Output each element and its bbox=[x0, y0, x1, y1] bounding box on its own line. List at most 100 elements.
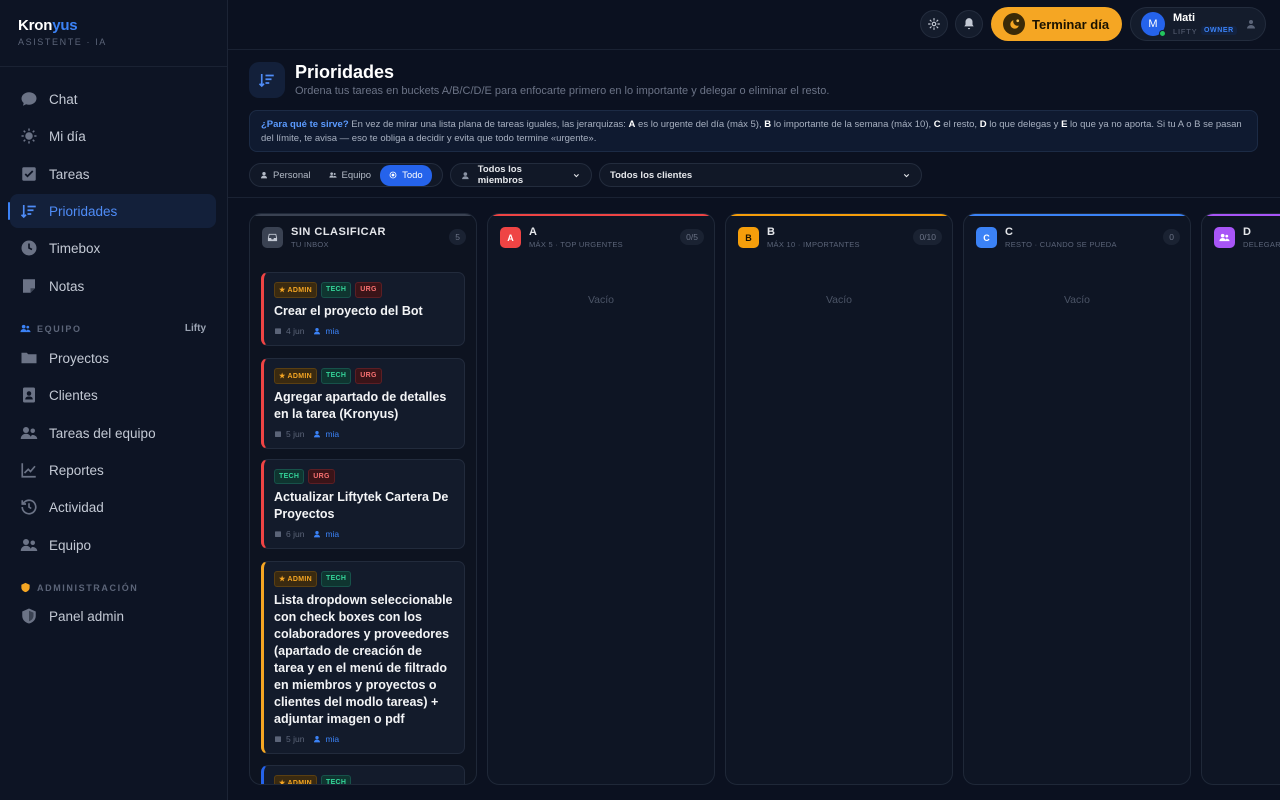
scope-todo[interactable]: Todo bbox=[380, 164, 432, 186]
column-subtitle: RESTO · CUANDO SE PUEDA bbox=[1005, 240, 1117, 249]
sidebar-item-equipo[interactable]: Equipo bbox=[10, 528, 216, 562]
bell-icon bbox=[964, 18, 974, 30]
sidebar-item-proyectos[interactable]: Proyectos bbox=[10, 341, 216, 375]
sidebar: Kronyus ASISTENTE · IA Chat Mi día Tarea… bbox=[0, 0, 228, 800]
user-menu[interactable]: M Mati LIFTY OWNER bbox=[1130, 7, 1266, 41]
page-title: Prioridades bbox=[295, 62, 395, 82]
sidebar-item-panel-admin[interactable]: Panel admin bbox=[10, 599, 216, 633]
team-icon bbox=[20, 427, 38, 439]
column-title: B bbox=[767, 226, 776, 238]
note-icon bbox=[23, 279, 35, 293]
team-icon bbox=[20, 324, 31, 333]
task-card[interactable]: ★ ADMIN TECH URG Crear el proyecto del B… bbox=[261, 272, 465, 346]
user-icon bbox=[314, 431, 321, 438]
tag-tech: TECH bbox=[321, 571, 352, 587]
inbox-icon bbox=[262, 227, 283, 248]
topbar: Terminar día M Mati LIFTY OWNER bbox=[228, 0, 1280, 50]
members-filter[interactable]: Todos los miembros bbox=[450, 163, 592, 187]
moon-icon bbox=[1003, 13, 1025, 35]
calendar-icon bbox=[275, 736, 281, 742]
task-title: Actualizar Liftytek Cartera De Proyectos bbox=[274, 490, 449, 521]
sidebar-item-tareas[interactable]: Tareas bbox=[10, 157, 216, 191]
gear-icon bbox=[928, 18, 940, 30]
info-text: lo que delegas y bbox=[986, 119, 1062, 130]
column-accent bbox=[726, 214, 952, 216]
task-card[interactable]: ★ ADMIN TECH URG Agregar apartado de det… bbox=[261, 358, 465, 449]
task-card[interactable]: TECH URG Actualizar Liftytek Cartera De … bbox=[261, 459, 465, 549]
chevron-down-icon bbox=[903, 173, 910, 177]
sidebar-item-label: Prioridades bbox=[49, 203, 118, 219]
notifications-button[interactable] bbox=[955, 10, 983, 38]
tag-tech: TECH bbox=[321, 775, 352, 784]
sidebar-item-prioridades[interactable]: Prioridades bbox=[8, 194, 216, 228]
sidebar-item-chat[interactable]: Chat bbox=[10, 82, 216, 116]
sidebar-item-reportes[interactable]: Reportes bbox=[10, 453, 216, 487]
tag-urg: URG bbox=[308, 469, 335, 484]
shield-icon bbox=[22, 608, 36, 624]
sidebar-item-notas[interactable]: Notas bbox=[10, 269, 216, 303]
column-subtitle: MÁX 5 · TOP URGENTES bbox=[529, 240, 623, 249]
scope-equipo[interactable]: Equipo bbox=[320, 165, 381, 186]
calendar-icon bbox=[275, 431, 281, 437]
sidebar-item-label: Proyectos bbox=[49, 350, 110, 366]
column-title: SIN CLASIFICAR bbox=[291, 226, 386, 238]
sidebar-item-label: Timebox bbox=[49, 240, 101, 256]
column-count: 0/5 bbox=[680, 229, 704, 245]
section-label: ADMINISTRACIÓN bbox=[37, 582, 139, 593]
sidebar-item-label: Tareas bbox=[49, 166, 90, 182]
task-card[interactable]: ★ ADMIN TECH Lista dropdown seleccionabl… bbox=[261, 561, 465, 754]
scope-personal[interactable]: Personal bbox=[251, 165, 320, 186]
info-question: ¿Para qué te sirve? bbox=[261, 119, 349, 130]
sidebar-item-label: Reportes bbox=[49, 462, 104, 478]
info-text: es lo urgente del día (máx 5), bbox=[635, 119, 765, 130]
task-card[interactable]: ★ ADMIN TECH bbox=[261, 765, 465, 784]
tag-admin: ★ ADMIN bbox=[274, 368, 318, 384]
user-icon bbox=[261, 172, 267, 179]
task-title: Agregar apartado de detalles en la tarea… bbox=[274, 390, 447, 421]
info-text: En vez de mirar una lista plana de tarea… bbox=[348, 119, 629, 130]
chevron-down-icon bbox=[574, 173, 580, 177]
shield-icon bbox=[21, 582, 30, 593]
column-accent bbox=[964, 214, 1190, 216]
sidebar-item-mi-dia[interactable]: Mi día bbox=[10, 119, 216, 153]
tag-admin: ★ ADMIN bbox=[274, 282, 318, 298]
column-count: 5 bbox=[449, 229, 466, 245]
bucket-badge: A bbox=[500, 227, 521, 248]
sidebar-item-tareas-equipo[interactable]: Tareas del equipo bbox=[10, 416, 216, 450]
team-icon bbox=[1214, 227, 1235, 248]
task-date: 4 jun bbox=[286, 326, 305, 336]
settings-button[interactable] bbox=[920, 10, 948, 38]
clients-filter[interactable]: Todos los clientes bbox=[599, 163, 922, 187]
end-day-button[interactable]: Terminar día bbox=[991, 7, 1122, 41]
user-org: LIFTY bbox=[1173, 27, 1198, 36]
info-text: lo importante de la semana (máx 10), bbox=[771, 119, 934, 130]
sidebar-item-timebox[interactable]: Timebox bbox=[10, 231, 216, 265]
user-icon bbox=[1247, 20, 1255, 29]
tag-tech: TECH bbox=[274, 469, 305, 484]
brand-subtitle: ASISTENTE · IA bbox=[18, 37, 107, 47]
task-assignee: mia bbox=[325, 326, 340, 336]
info-bucket-c: C bbox=[933, 119, 941, 130]
history-icon bbox=[21, 499, 37, 515]
page-subtitle: Ordena tus tareas en buckets A/B/C/D/E p… bbox=[295, 85, 830, 97]
sidebar-item-clientes[interactable]: Clientes bbox=[10, 378, 216, 412]
info-bucket-d: D bbox=[979, 119, 987, 130]
bucket-badge: B bbox=[738, 227, 759, 248]
brand-logo[interactable]: Kronyus ASISTENTE · IA bbox=[18, 17, 107, 47]
tag-urg: URG bbox=[355, 282, 382, 298]
empty-state: Vacío bbox=[1063, 294, 1091, 306]
column-subtitle: DELEGAR bbox=[1243, 240, 1280, 249]
sidebar-item-label: Chat bbox=[49, 91, 78, 107]
scope-label: Equipo bbox=[341, 169, 372, 181]
column-title: C bbox=[1005, 226, 1014, 238]
empty-state: Vacío bbox=[825, 294, 853, 306]
scope-toggle: Personal Equipo Todo bbox=[249, 163, 443, 187]
sidebar-item-actividad[interactable]: Actividad bbox=[10, 490, 216, 524]
task-assignee: mia bbox=[325, 734, 340, 744]
user-icon bbox=[462, 171, 469, 179]
task-date: 6 jun bbox=[286, 529, 305, 539]
clients-filter-value: Todos los clientes bbox=[610, 169, 693, 181]
user-icon bbox=[314, 328, 321, 335]
tag-admin: ★ ADMIN bbox=[274, 571, 318, 587]
column-d: D DELEGAR bbox=[1201, 213, 1280, 785]
